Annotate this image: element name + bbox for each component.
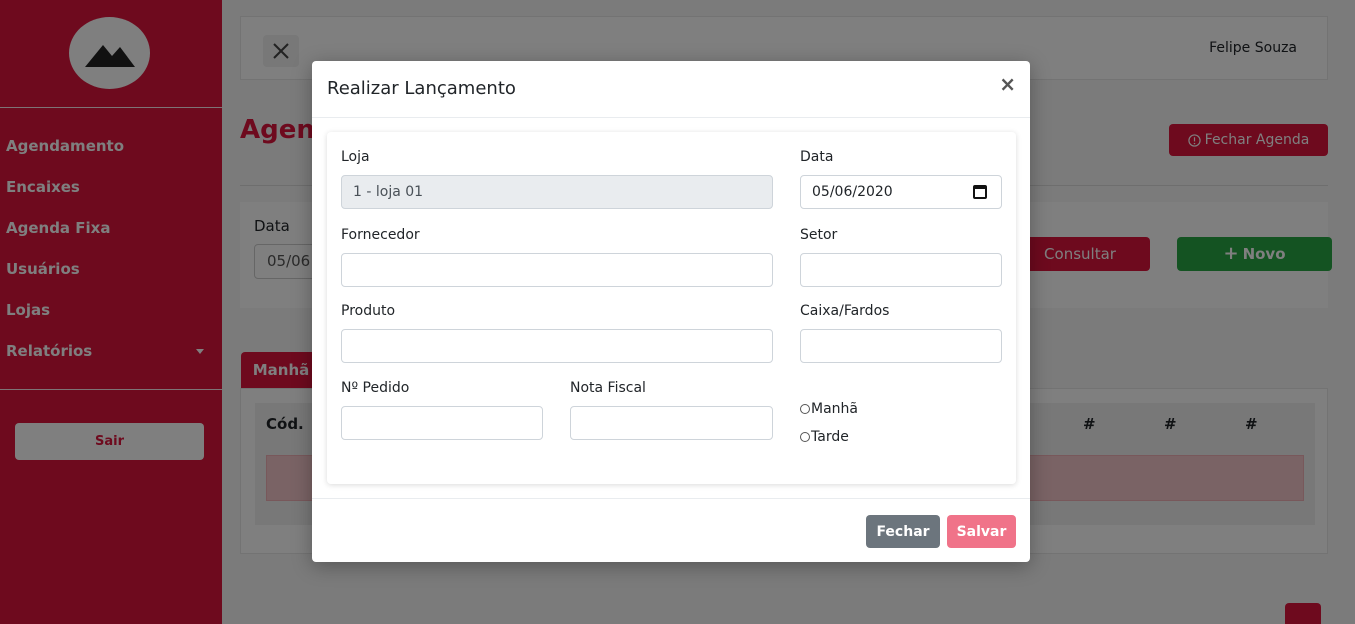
produto-label: Produto <box>341 303 396 319</box>
pedido-field[interactable] <box>341 406 543 440</box>
radio-tarde-label: Tarde <box>811 429 849 445</box>
produto-field[interactable] <box>341 329 773 363</box>
modal-footer: Fechar Salvar <box>312 498 1030 562</box>
save-button[interactable]: Salvar <box>947 515 1016 548</box>
calendar-icon[interactable] <box>973 185 987 199</box>
modal-header: Realizar Lançamento × <box>312 61 1030 118</box>
fornecedor-label: Fornecedor <box>341 227 420 243</box>
radio-manha-circle[interactable] <box>800 404 810 414</box>
setor-field[interactable] <box>800 253 1002 287</box>
radio-tarde-circle[interactable] <box>800 432 810 442</box>
caixa-fardos-field[interactable] <box>800 329 1002 363</box>
close-button[interactable]: Fechar <box>866 515 940 548</box>
pedido-label: Nº Pedido <box>341 380 410 396</box>
setor-label: Setor <box>800 227 838 243</box>
radio-tarde[interactable]: Tarde <box>800 429 849 445</box>
data-label: Data <box>800 149 834 165</box>
fornecedor-field[interactable] <box>341 253 773 287</box>
caixa-fardos-label: Caixa/Fardos <box>800 303 890 319</box>
nota-fiscal-label: Nota Fiscal <box>570 380 646 396</box>
radio-manha-label: Manhã <box>811 401 858 417</box>
launch-modal: Realizar Lançamento × Loja 1 - loja 01 D… <box>312 61 1030 562</box>
loja-label: Loja <box>341 149 370 165</box>
launch-form: Loja 1 - loja 01 Data 05/06/2020 Fornece… <box>327 132 1016 484</box>
nota-fiscal-field[interactable] <box>570 406 773 440</box>
loja-field: 1 - loja 01 <box>341 175 773 209</box>
modal-close-button[interactable]: × <box>999 74 1016 94</box>
data-field[interactable]: 05/06/2020 <box>800 175 1002 209</box>
modal-title: Realizar Lançamento <box>327 78 516 99</box>
data-field-value: 05/06/2020 <box>812 184 893 200</box>
radio-manha[interactable]: Manhã <box>800 401 858 417</box>
